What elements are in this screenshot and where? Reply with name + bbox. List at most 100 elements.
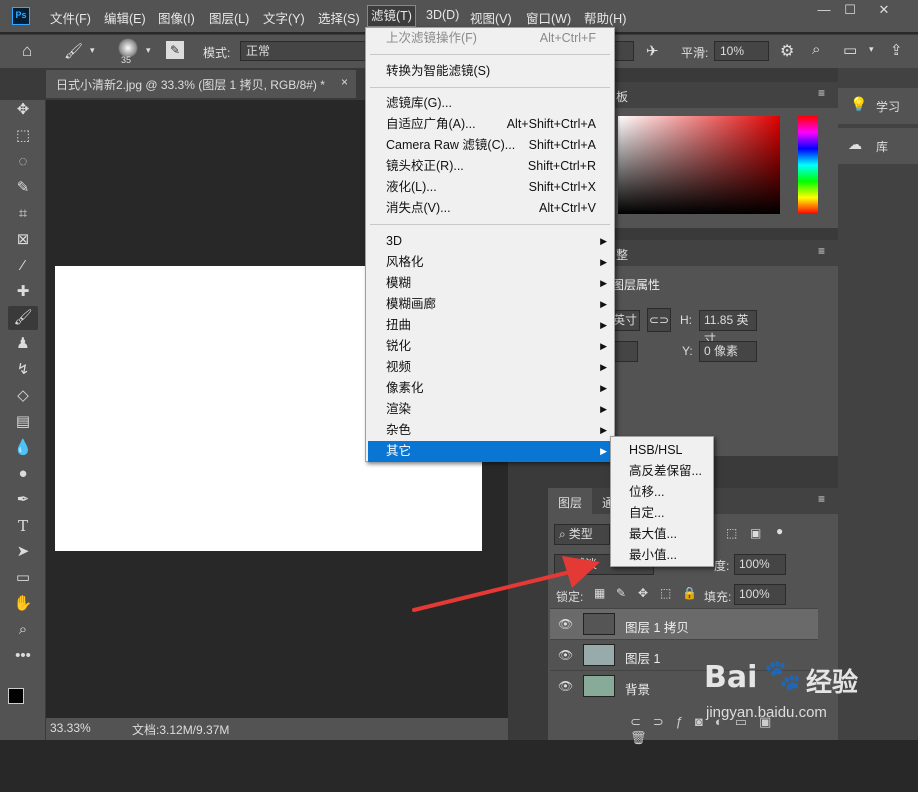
menu-type[interactable]: 文字(Y) xyxy=(263,8,305,27)
lock-artboard-icon[interactable]: ⬚ xyxy=(660,586,671,600)
home-icon[interactable]: ⌂ xyxy=(22,41,32,61)
filter-smart-icon[interactable]: ▣ xyxy=(750,526,761,540)
eyedropper-tool-icon[interactable]: ⁄ xyxy=(8,254,38,278)
menu-item-camera-raw[interactable]: Camera Raw 滤镜(C)... Shift+Ctrl+A xyxy=(368,135,613,156)
color-tab[interactable]: 板 xyxy=(616,88,628,105)
zoom-level[interactable]: 33.33% xyxy=(50,721,91,735)
filter-shape-icon[interactable]: ⬚ xyxy=(726,526,737,540)
move-tool-icon[interactable]: ✥ xyxy=(8,98,38,122)
submenu-noise[interactable]: 杂色 ▶ xyxy=(368,420,613,441)
submenu-stylize[interactable]: 风格化 ▶ xyxy=(368,252,613,273)
close-tab-icon[interactable]: × xyxy=(341,75,348,89)
layer-name[interactable]: 背景 xyxy=(625,679,650,698)
hue-slider[interactable] xyxy=(798,116,818,214)
adjust-tab[interactable]: 整 xyxy=(616,246,628,263)
panel-menu-icon[interactable]: ≡ xyxy=(818,86,825,100)
crop-tool-icon[interactable]: ⌗ xyxy=(8,202,38,226)
history-brush-icon[interactable]: ↯ xyxy=(8,358,38,382)
mode-select[interactable]: 正常 xyxy=(240,41,370,61)
path-select-icon[interactable]: ➤ xyxy=(8,540,38,564)
submenu-render[interactable]: 渲染 ▶ xyxy=(368,399,613,420)
document-tab[interactable]: 日式小清新2.jpg @ 33.3% (图层 1 拷贝, RGB/8#) * × xyxy=(46,70,356,98)
layer-name[interactable]: 图层 1 xyxy=(625,648,660,667)
layer-name[interactable]: 图层 1 拷贝 xyxy=(625,617,689,636)
brush-panel-icon[interactable]: ✎ xyxy=(166,41,184,59)
submenu-3d[interactable]: 3D ▶ xyxy=(368,231,613,252)
opacity-select[interactable] xyxy=(614,41,634,61)
chevron-down-icon[interactable]: ▾ xyxy=(869,44,874,55)
menu-item-hsb-hsl[interactable]: HSB/HSL xyxy=(613,440,711,461)
workspace-icon[interactable]: ▭ xyxy=(843,41,857,59)
share-icon[interactable]: ⇪ xyxy=(890,41,903,59)
menu-view[interactable]: 视图(V) xyxy=(470,8,512,27)
healing-tool-icon[interactable]: ✚ xyxy=(8,280,38,304)
blur-tool-icon[interactable]: 💧 xyxy=(8,436,38,460)
menu-item-vanishing-point[interactable]: 消失点(V)... Alt+Ctrl+V xyxy=(368,198,613,219)
height-field[interactable]: 11.85 英寸 xyxy=(699,310,757,346)
filter-toggle-icon[interactable]: ● xyxy=(776,524,783,538)
menu-help[interactable]: 帮助(H) xyxy=(584,8,626,27)
menu-item-adaptive-wide[interactable]: 自适应广角(A)... Alt+Shift+Ctrl+A xyxy=(368,114,613,135)
chevron-down-icon[interactable]: ▾ xyxy=(146,45,151,56)
layers-tab[interactable]: 图层 xyxy=(548,488,592,514)
menu-file[interactable]: 文件(F) xyxy=(50,8,91,27)
minimize-button[interactable]: — xyxy=(812,2,836,20)
menu-item-convert-smart[interactable]: 转换为智能滤镜(S) xyxy=(368,61,613,82)
chevron-down-icon[interactable]: ▾ xyxy=(90,45,95,56)
gradient-tool-icon[interactable]: ▤ xyxy=(8,410,38,434)
layer-filter-kind[interactable]: ⌕ 类型 xyxy=(554,524,610,545)
more-tools-icon[interactable]: ••• xyxy=(8,644,38,668)
submenu-pixelate[interactable]: 像素化 ▶ xyxy=(368,378,613,399)
color-field[interactable] xyxy=(618,116,780,214)
type-tool-icon[interactable]: T xyxy=(8,514,38,538)
menu-item-liquify[interactable]: 液化(L)... Shift+Ctrl+X xyxy=(368,177,613,198)
submenu-sharpen[interactable]: 锐化 ▶ xyxy=(368,336,613,357)
lock-all-icon[interactable]: 🔒 xyxy=(682,586,697,600)
foreground-color-swatch[interactable] xyxy=(8,688,24,704)
menu-3d[interactable]: 3D(D) xyxy=(426,8,459,22)
y-field[interactable]: 0 像素 xyxy=(699,341,757,362)
link-icon[interactable]: ⊂⊃ xyxy=(647,308,671,332)
panel-menu-icon[interactable]: ≡ xyxy=(818,492,825,506)
menu-filter[interactable]: 滤镜(T) xyxy=(367,5,416,27)
hand-tool-icon[interactable]: ✋ xyxy=(8,592,38,616)
menu-layer[interactable]: 图层(L) xyxy=(209,8,249,27)
zoom-tool-icon[interactable]: ⌕ xyxy=(8,618,38,642)
visibility-eye-icon[interactable]: 👁 xyxy=(558,679,573,693)
menu-item-offset[interactable]: 位移... xyxy=(613,482,711,503)
menu-item-maximum[interactable]: 最大值... xyxy=(613,524,711,545)
maximize-button[interactable]: ☐ xyxy=(838,2,862,20)
submenu-distort[interactable]: 扭曲 ▶ xyxy=(368,315,613,336)
dodge-tool-icon[interactable]: ● xyxy=(8,462,38,486)
menu-item-last-filter[interactable]: 上次滤镜操作(F) Alt+Ctrl+F xyxy=(368,28,613,49)
submenu-blur-gallery[interactable]: 模糊画廊 ▶ xyxy=(368,294,613,315)
opacity-field[interactable]: 100% xyxy=(734,554,786,575)
gear-icon[interactable]: ⚙ xyxy=(780,41,794,61)
frame-tool-icon[interactable]: ⊠ xyxy=(8,228,38,252)
submenu-video[interactable]: 视频 ▶ xyxy=(368,357,613,378)
fill-field[interactable]: 100% xyxy=(734,584,786,605)
rectangle-tool-icon[interactable]: ▭ xyxy=(8,566,38,590)
menu-select[interactable]: 选择(S) xyxy=(318,8,360,27)
smooth-input[interactable]: 10% xyxy=(714,41,769,61)
menu-window[interactable]: 窗口(W) xyxy=(526,8,571,27)
menu-item-custom[interactable]: 自定... xyxy=(613,503,711,524)
panel-menu-icon[interactable]: ≡ xyxy=(818,244,825,258)
marquee-tool-icon[interactable]: ⬚ xyxy=(8,124,38,148)
stamp-tool-icon[interactable]: ♟ xyxy=(8,332,38,356)
menu-item-lens-correction[interactable]: 镜头校正(R)... Shift+Ctrl+R xyxy=(368,156,613,177)
search-icon[interactable]: ⌕ xyxy=(812,41,820,58)
submenu-other[interactable]: 其它 ▶ xyxy=(368,441,613,462)
visibility-eye-icon[interactable]: 👁 xyxy=(558,648,573,662)
lock-position-icon[interactable]: ✥ xyxy=(638,586,648,600)
quick-select-tool-icon[interactable]: ✎ xyxy=(8,176,38,200)
lasso-tool-icon[interactable]: ◌ xyxy=(8,150,38,174)
menu-item-high-pass[interactable]: 高反差保留... xyxy=(613,461,711,482)
airbrush-icon[interactable]: ✈ xyxy=(646,42,659,60)
library-panel-button[interactable]: ☁ 库 xyxy=(838,128,918,164)
eraser-tool-icon[interactable]: ◇ xyxy=(8,384,38,408)
menu-image[interactable]: 图像(I) xyxy=(158,8,195,27)
brush-preset-icon[interactable]: 🖌 xyxy=(64,42,83,60)
learn-panel-button[interactable]: 💡 学习 xyxy=(838,88,918,124)
brush-tool-icon[interactable]: 🖌 xyxy=(8,306,38,330)
